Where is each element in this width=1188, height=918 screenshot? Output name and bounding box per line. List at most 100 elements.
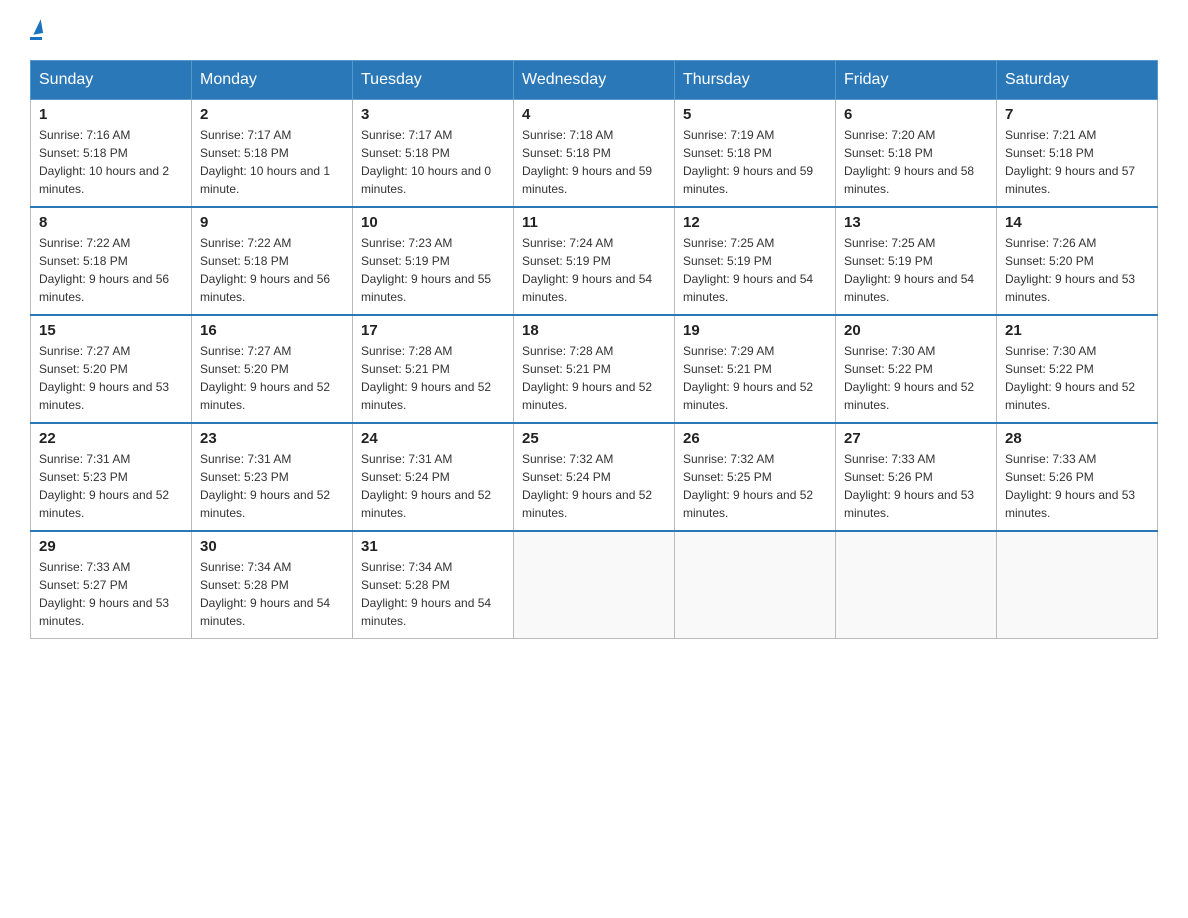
day-info: Sunrise: 7:28 AMSunset: 5:21 PMDaylight:… <box>361 342 505 414</box>
logo-underline <box>30 37 42 40</box>
day-info: Sunrise: 7:33 AMSunset: 5:27 PMDaylight:… <box>39 558 183 630</box>
day-number: 10 <box>361 214 505 231</box>
day-number: 8 <box>39 214 183 231</box>
day-number: 12 <box>683 214 827 231</box>
calendar-header: SundayMondayTuesdayWednesdayThursdayFrid… <box>31 61 1158 100</box>
day-info: Sunrise: 7:31 AMSunset: 5:23 PMDaylight:… <box>39 450 183 522</box>
day-number: 17 <box>361 322 505 339</box>
day-number: 27 <box>844 430 988 447</box>
day-info: Sunrise: 7:34 AMSunset: 5:28 PMDaylight:… <box>361 558 505 630</box>
calendar-day-cell: 9 Sunrise: 7:22 AMSunset: 5:18 PMDaylight… <box>192 207 353 315</box>
calendar-day-cell: 23 Sunrise: 7:31 AMSunset: 5:23 PMDayligh… <box>192 423 353 531</box>
day-info: Sunrise: 7:31 AMSunset: 5:23 PMDaylight:… <box>200 450 344 522</box>
day-info: Sunrise: 7:17 AMSunset: 5:18 PMDaylight:… <box>361 126 505 198</box>
day-number: 23 <box>200 430 344 447</box>
day-info: Sunrise: 7:30 AMSunset: 5:22 PMDaylight:… <box>844 342 988 414</box>
calendar-day-cell: 6 Sunrise: 7:20 AMSunset: 5:18 PMDaylight… <box>836 100 997 208</box>
calendar-day-cell: 8 Sunrise: 7:22 AMSunset: 5:18 PMDaylight… <box>31 207 192 315</box>
logo <box>30 20 42 40</box>
day-info: Sunrise: 7:32 AMSunset: 5:24 PMDaylight:… <box>522 450 666 522</box>
day-number: 6 <box>844 106 988 123</box>
day-of-week-header: Friday <box>836 61 997 100</box>
day-info: Sunrise: 7:32 AMSunset: 5:25 PMDaylight:… <box>683 450 827 522</box>
calendar-week-row: 15 Sunrise: 7:27 AMSunset: 5:20 PMDayligh… <box>31 315 1158 423</box>
day-number: 16 <box>200 322 344 339</box>
calendar-body: 1 Sunrise: 7:16 AMSunset: 5:18 PMDaylight… <box>31 100 1158 639</box>
day-info: Sunrise: 7:24 AMSunset: 5:19 PMDaylight:… <box>522 234 666 306</box>
day-number: 22 <box>39 430 183 447</box>
day-info: Sunrise: 7:33 AMSunset: 5:26 PMDaylight:… <box>844 450 988 522</box>
day-info: Sunrise: 7:21 AMSunset: 5:18 PMDaylight:… <box>1005 126 1149 198</box>
day-number: 21 <box>1005 322 1149 339</box>
day-number: 26 <box>683 430 827 447</box>
calendar-day-cell: 2 Sunrise: 7:17 AMSunset: 5:18 PMDaylight… <box>192 100 353 208</box>
day-info: Sunrise: 7:17 AMSunset: 5:18 PMDaylight:… <box>200 126 344 198</box>
day-number: 30 <box>200 538 344 555</box>
calendar-day-cell: 5 Sunrise: 7:19 AMSunset: 5:18 PMDaylight… <box>675 100 836 208</box>
day-info: Sunrise: 7:20 AMSunset: 5:18 PMDaylight:… <box>844 126 988 198</box>
calendar-day-cell: 27 Sunrise: 7:33 AMSunset: 5:26 PMDayligh… <box>836 423 997 531</box>
day-info: Sunrise: 7:27 AMSunset: 5:20 PMDaylight:… <box>39 342 183 414</box>
calendar-table: SundayMondayTuesdayWednesdayThursdayFrid… <box>30 60 1158 639</box>
calendar-week-row: 29 Sunrise: 7:33 AMSunset: 5:27 PMDayligh… <box>31 531 1158 639</box>
day-number: 9 <box>200 214 344 231</box>
day-of-week-header: Wednesday <box>514 61 675 100</box>
day-info: Sunrise: 7:31 AMSunset: 5:24 PMDaylight:… <box>361 450 505 522</box>
calendar-day-cell: 1 Sunrise: 7:16 AMSunset: 5:18 PMDaylight… <box>31 100 192 208</box>
day-number: 11 <box>522 214 666 231</box>
calendar-day-cell: 21 Sunrise: 7:30 AMSunset: 5:22 PMDayligh… <box>997 315 1158 423</box>
calendar-day-cell: 22 Sunrise: 7:31 AMSunset: 5:23 PMDayligh… <box>31 423 192 531</box>
day-number: 31 <box>361 538 505 555</box>
calendar-day-cell: 11 Sunrise: 7:24 AMSunset: 5:19 PMDayligh… <box>514 207 675 315</box>
day-info: Sunrise: 7:26 AMSunset: 5:20 PMDaylight:… <box>1005 234 1149 306</box>
day-info: Sunrise: 7:18 AMSunset: 5:18 PMDaylight:… <box>522 126 666 198</box>
calendar-day-cell <box>836 531 997 639</box>
calendar-day-cell: 10 Sunrise: 7:23 AMSunset: 5:19 PMDayligh… <box>353 207 514 315</box>
day-number: 24 <box>361 430 505 447</box>
calendar-day-cell: 17 Sunrise: 7:28 AMSunset: 5:21 PMDayligh… <box>353 315 514 423</box>
day-info: Sunrise: 7:19 AMSunset: 5:18 PMDaylight:… <box>683 126 827 198</box>
day-number: 25 <box>522 430 666 447</box>
calendar-day-cell: 13Sunrise: 7:25 AMSunset: 5:19 PMDayligh… <box>836 207 997 315</box>
day-info: Sunrise: 7:33 AMSunset: 5:26 PMDaylight:… <box>1005 450 1149 522</box>
day-number: 1 <box>39 106 183 123</box>
calendar-day-cell: 24 Sunrise: 7:31 AMSunset: 5:24 PMDayligh… <box>353 423 514 531</box>
calendar-day-cell: 16Sunrise: 7:27 AMSunset: 5:20 PMDayligh… <box>192 315 353 423</box>
day-number: 7 <box>1005 106 1149 123</box>
day-number: 15 <box>39 322 183 339</box>
calendar-day-cell: 7 Sunrise: 7:21 AMSunset: 5:18 PMDaylight… <box>997 100 1158 208</box>
calendar-day-cell <box>514 531 675 639</box>
header-row: SundayMondayTuesdayWednesdayThursdayFrid… <box>31 61 1158 100</box>
calendar-day-cell: 30 Sunrise: 7:34 AMSunset: 5:28 PMDayligh… <box>192 531 353 639</box>
day-number: 2 <box>200 106 344 123</box>
calendar-week-row: 22 Sunrise: 7:31 AMSunset: 5:23 PMDayligh… <box>31 423 1158 531</box>
day-number: 28 <box>1005 430 1149 447</box>
day-number: 14 <box>1005 214 1149 231</box>
day-number: 18 <box>522 322 666 339</box>
day-info: Sunrise: 7:34 AMSunset: 5:28 PMDaylight:… <box>200 558 344 630</box>
calendar-day-cell: 28 Sunrise: 7:33 AMSunset: 5:26 PMDayligh… <box>997 423 1158 531</box>
page-header <box>30 20 1158 40</box>
calendar-day-cell: 20 Sunrise: 7:30 AMSunset: 5:22 PMDayligh… <box>836 315 997 423</box>
calendar-day-cell: 3Sunrise: 7:17 AMSunset: 5:18 PMDaylight… <box>353 100 514 208</box>
day-number: 4 <box>522 106 666 123</box>
calendar-day-cell: 18 Sunrise: 7:28 AMSunset: 5:21 PMDayligh… <box>514 315 675 423</box>
day-of-week-header: Tuesday <box>353 61 514 100</box>
day-of-week-header: Saturday <box>997 61 1158 100</box>
calendar-day-cell: 25 Sunrise: 7:32 AMSunset: 5:24 PMDayligh… <box>514 423 675 531</box>
day-number: 29 <box>39 538 183 555</box>
logo-arrow-icon <box>31 19 43 35</box>
calendar-week-row: 1 Sunrise: 7:16 AMSunset: 5:18 PMDaylight… <box>31 100 1158 208</box>
day-number: 5 <box>683 106 827 123</box>
day-info: Sunrise: 7:22 AMSunset: 5:18 PMDaylight:… <box>39 234 183 306</box>
day-info: Sunrise: 7:30 AMSunset: 5:22 PMDaylight:… <box>1005 342 1149 414</box>
calendar-day-cell: 31 Sunrise: 7:34 AMSunset: 5:28 PMDayligh… <box>353 531 514 639</box>
calendar-day-cell: 26 Sunrise: 7:32 AMSunset: 5:25 PMDayligh… <box>675 423 836 531</box>
day-number: 13 <box>844 214 988 231</box>
day-number: 19 <box>683 322 827 339</box>
day-info: Sunrise: 7:28 AMSunset: 5:21 PMDaylight:… <box>522 342 666 414</box>
day-info: Sunrise: 7:16 AMSunset: 5:18 PMDaylight:… <box>39 126 183 198</box>
day-info: Sunrise: 7:23 AMSunset: 5:19 PMDaylight:… <box>361 234 505 306</box>
day-info: Sunrise: 7:22 AMSunset: 5:18 PMDaylight:… <box>200 234 344 306</box>
day-number: 20 <box>844 322 988 339</box>
